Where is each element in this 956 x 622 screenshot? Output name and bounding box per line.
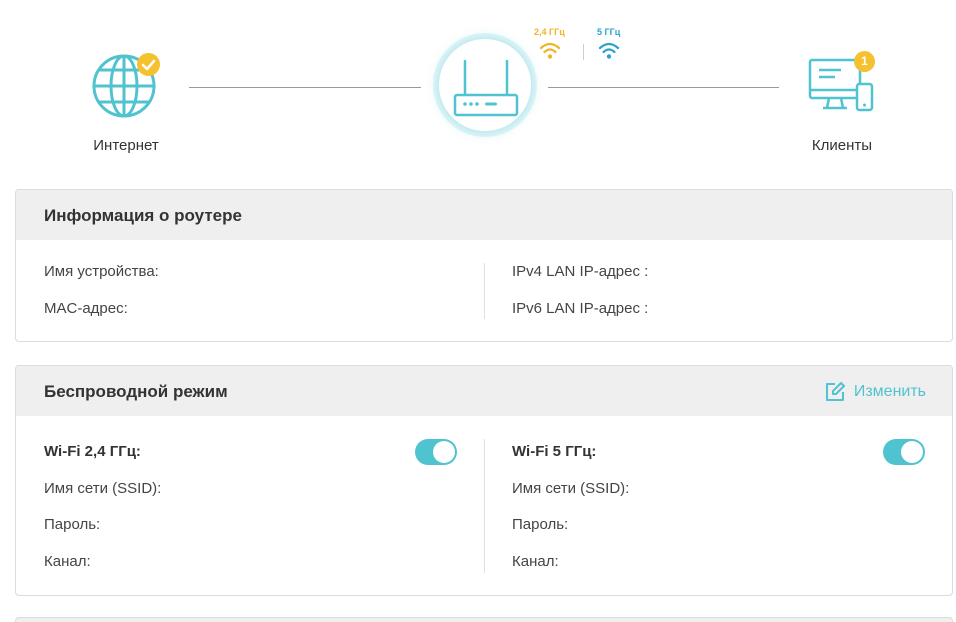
- wireless-panel: Беспроводной режим Изменить Wi-Fi 2,4 ГГ…: [15, 365, 953, 596]
- device-name-label: Имя устройства:: [44, 263, 159, 280]
- edit-button[interactable]: Изменить: [824, 381, 926, 403]
- ipv4-label: IPv4 LAN IP-адрес :: [512, 263, 649, 280]
- band-5-label: 5 ГГц: [597, 27, 621, 37]
- internet-label: Интернет: [93, 137, 159, 154]
- clients-label: Клиенты: [811, 137, 873, 154]
- mac-address-label: MAC-адрес:: [44, 300, 128, 317]
- network-topology: Интернет 2,4 ГГц 5 ГГц 1 Клиенты: [0, 0, 956, 180]
- edit-label: Изменить: [853, 383, 926, 400]
- router-clients-link: [548, 87, 779, 88]
- connected-check-icon: [137, 53, 160, 76]
- wireless-title: Беспроводной режим: [44, 382, 228, 401]
- column-divider: [484, 439, 485, 573]
- router-info-title: Информация о роутере: [44, 206, 242, 225]
- wifi-24-title: Wi-Fi 2,4 ГГц:: [44, 443, 141, 460]
- wifi-5-icon: [598, 42, 620, 59]
- wireless-header: Беспроводной режим Изменить: [16, 366, 952, 416]
- wifi-5-password-label: Пароль:: [512, 516, 569, 533]
- band-separator: [583, 44, 584, 60]
- internet-router-link: [189, 87, 421, 88]
- ipv6-label: IPv6 LAN IP-адрес :: [512, 300, 649, 317]
- wifi-24-channel-label: Канал:: [44, 553, 91, 570]
- wifi-24-password-label: Пароль:: [44, 516, 101, 533]
- wifi-24-toggle[interactable]: [415, 439, 457, 465]
- router-info-header: Информация о роутере: [16, 190, 952, 240]
- wifi-5-toggle[interactable]: [883, 439, 925, 465]
- clients-count-badge: 1: [854, 51, 875, 72]
- wifi-5-title: Wi-Fi 5 ГГц:: [512, 443, 597, 460]
- column-divider: [484, 263, 485, 319]
- next-panel-header: [15, 617, 953, 622]
- band-24-label: 2,4 ГГц: [534, 27, 565, 37]
- wifi-5-channel-label: Канал:: [512, 553, 559, 570]
- router-info-panel: Информация о роутере Имя устройства: MAC…: [15, 189, 953, 342]
- wifi-24-ssid-label: Имя сети (SSID):: [44, 480, 162, 497]
- wifi-24-icon: [539, 42, 561, 59]
- wifi-5-ssid-label: Имя сети (SSID):: [512, 480, 630, 497]
- router-node[interactable]: [433, 33, 537, 137]
- edit-icon: [825, 382, 845, 401]
- router-icon: [453, 59, 519, 117]
